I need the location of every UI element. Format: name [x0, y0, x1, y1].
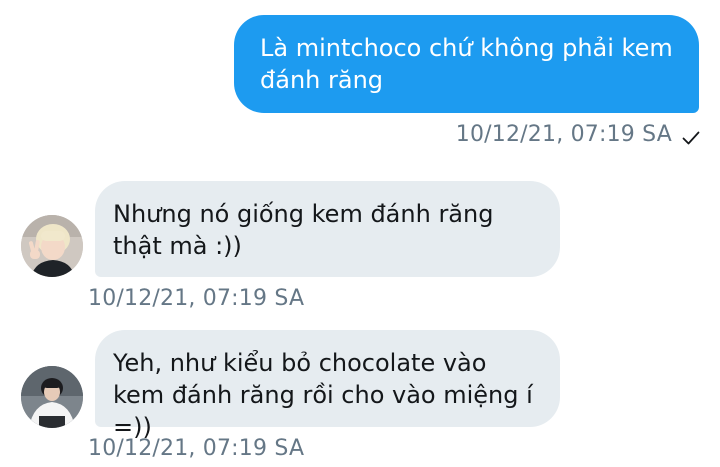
message-timestamp: 10/12/21, 07:19 SA [88, 436, 305, 461]
avatar[interactable] [21, 215, 83, 277]
avatar[interactable] [21, 366, 83, 428]
outgoing-message-bubble[interactable]: Là mintchoco chứ không phải kem đánh răn… [234, 15, 699, 113]
message-text: Yeh, như kiểu bỏ chocolate vào kem đánh … [113, 349, 533, 441]
check-icon [682, 127, 700, 144]
message-timestamp: 10/12/21, 07:19 SA [455, 122, 672, 147]
message-text: Là mintchoco chứ không phải kem đánh răn… [260, 34, 673, 94]
message-text: Nhưng nó giống kem đánh răng thật mà :)) [113, 200, 494, 260]
message-timestamp: 10/12/21, 07:19 SA [88, 286, 305, 311]
incoming-message-bubble[interactable]: Yeh, như kiểu bỏ chocolate vào kem đánh … [95, 330, 560, 441]
incoming-message-bubble[interactable]: Nhưng nó giống kem đánh răng thật mà :)) [95, 181, 560, 277]
message-meta: 10/12/21, 07:19 SA [456, 122, 700, 147]
